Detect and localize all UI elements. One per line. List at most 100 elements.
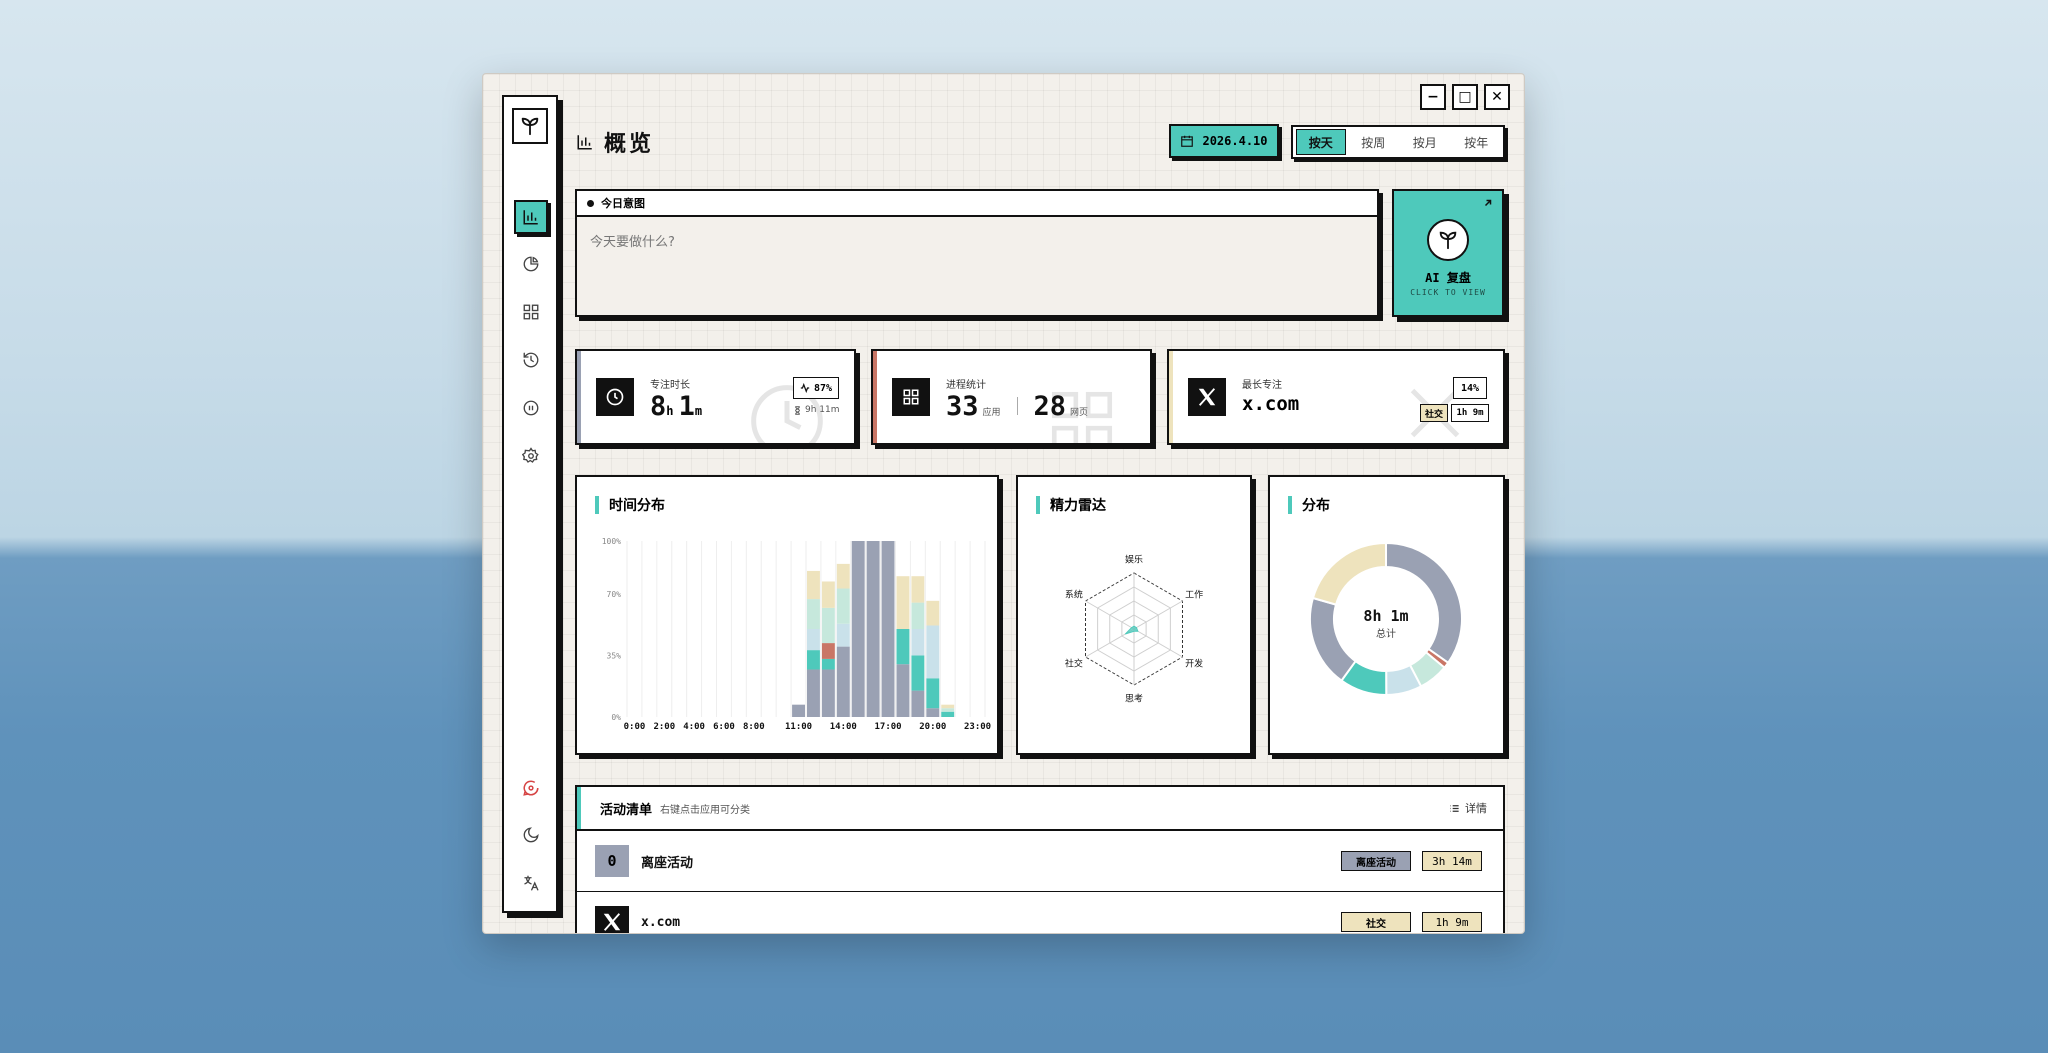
y-tick-label: 100% (602, 537, 621, 546)
focus-label: 专注时长 (650, 380, 690, 391)
activity-hint: 右键点击应用可分类 (660, 804, 751, 816)
focus-minutes: 1 (678, 391, 695, 422)
radar-axis-label: 娱乐 (1125, 554, 1143, 566)
distribution-donut-chart: 8h 1m 总计 (1309, 541, 1463, 697)
segment-month[interactable]: 按月 (1401, 129, 1449, 155)
activity-title: 活动清单 (600, 802, 653, 818)
x-logo-icon (595, 906, 629, 933)
intent-title: 今日意图 (601, 197, 645, 210)
activity-row[interactable]: x.com 社交 1h 9m (577, 892, 1503, 933)
focus-total: 9h 11m (793, 405, 840, 415)
minimize-button[interactable]: − (1420, 84, 1446, 110)
energy-radar-title-text: 精力雷达 (1050, 498, 1106, 514)
x-logo-icon (1188, 378, 1226, 416)
radar-axis-label: 系统 (1065, 588, 1083, 600)
bar-segment (896, 576, 910, 629)
radar-area (1124, 625, 1139, 635)
bar-segment (911, 576, 925, 603)
activity-list: 活动清单 右键点击应用可分类 详情 0 离座活动 离座活动 3h 14m x.c… (575, 785, 1505, 933)
bar-segment (821, 581, 835, 608)
pulse-icon (800, 383, 810, 393)
card-accent (1169, 351, 1173, 443)
bar-segment (926, 708, 940, 717)
sprout-icon (1427, 219, 1469, 261)
segment-week[interactable]: 按周 (1350, 129, 1398, 155)
nav-overview-chart-icon[interactable] (514, 200, 548, 234)
intent-card: 今日意图 (575, 189, 1379, 317)
focus-m-unit: m (694, 404, 703, 418)
longest-label: 最长专注 (1242, 380, 1282, 391)
idle-app-icon: 0 (595, 845, 629, 877)
bar-segment (926, 678, 940, 709)
y-tick-label: 0% (611, 713, 621, 722)
x-tick-label: 4:00 (683, 722, 705, 732)
title-accent (1036, 496, 1040, 514)
longest-percent-badge: 14% (1453, 377, 1487, 399)
bar-segment (941, 708, 955, 712)
bar-segment (911, 690, 925, 717)
x-tick-label: 8:00 (743, 722, 765, 732)
bar-segment (836, 623, 850, 647)
focus-hours: 8 (650, 391, 667, 422)
intent-header: 今日意图 (577, 191, 1377, 217)
time-distribution-card: 时间分布 0% 35% 70% 100% 0:00 2:00 4:00 6:00 8:00 11:… (575, 475, 999, 755)
longest-duration: 1h 9m (1451, 404, 1489, 422)
ai-review-subtitle: CLICK TO VIEW (1410, 288, 1486, 297)
bar-segment (896, 629, 910, 665)
activity-header: 活动清单 右键点击应用可分类 详情 (577, 787, 1503, 831)
nav-pie-chart-icon[interactable] (514, 247, 548, 281)
activity-detail-button[interactable]: 详情 (1449, 800, 1487, 816)
apps-grid-icon (892, 378, 930, 416)
x-tick-label: 23:00 (964, 722, 991, 732)
theme-moon-icon[interactable] (514, 818, 548, 852)
nav-history-icon[interactable] (514, 343, 548, 377)
sidebar (502, 95, 558, 913)
window-controls: − □ ✕ (1420, 84, 1510, 110)
close-button[interactable]: ✕ (1484, 84, 1510, 110)
focus-value: 8h 1m (650, 391, 702, 422)
bar-segment (836, 646, 850, 717)
feedback-chat-icon[interactable] (514, 771, 548, 805)
activity-row[interactable]: 0 离座活动 离座活动 3h 14m (577, 831, 1503, 892)
clock-icon (596, 378, 634, 416)
bar-segment (896, 664, 910, 717)
nav-pause-icon[interactable] (514, 391, 548, 425)
longest-tag: 社交 (1420, 404, 1448, 422)
process-stats-card: 进程统计 33 应用 28 网页 (871, 349, 1152, 445)
bar-segment (836, 588, 850, 624)
time-distribution-chart: 0% 35% 70% 100% 0:00 2:00 4:00 6:00 8:00 11:00 14:… (602, 537, 991, 732)
segment-day[interactable]: 按天 (1296, 129, 1346, 155)
donut-center-value: 8h 1m (1363, 607, 1408, 625)
intent-input[interactable] (577, 217, 1377, 313)
maximize-button[interactable]: □ (1452, 84, 1478, 110)
pages-count: 28 (1033, 391, 1067, 422)
nav-apps-grid-icon[interactable] (514, 295, 548, 329)
radar-axis-label: 社交 (1065, 658, 1083, 670)
focus-h-unit: h (666, 404, 674, 418)
activity-category-tag[interactable]: 离座活动 (1341, 851, 1411, 871)
date-picker-button[interactable]: 2026.4.10 (1169, 124, 1279, 158)
activity-category-tag[interactable]: 社交 (1341, 912, 1411, 932)
bar-segment (911, 629, 925, 656)
bullet-dot-icon (587, 199, 594, 207)
bar-segment (851, 541, 865, 717)
pages-unit: 网页 (1070, 408, 1089, 418)
bar-segment (941, 711, 955, 717)
x-tick-label: 11:00 (785, 722, 812, 732)
energy-radar-title: 精力雷达 (1036, 495, 1106, 515)
energy-radar-chart: 娱乐工作开发思考 社交 系统 (1065, 554, 1203, 705)
activity-name: x.com (641, 914, 681, 930)
donut-slice (1309, 596, 1357, 682)
bar-segment (926, 600, 940, 626)
ai-review-button[interactable]: AI 复盘 CLICK TO VIEW (1392, 189, 1504, 317)
bar-segment (821, 658, 835, 670)
activity-detail-label: 详情 (1465, 802, 1487, 815)
bar-segment (807, 570, 820, 600)
nav-settings-gear-icon[interactable] (514, 439, 548, 473)
language-translate-icon[interactable] (514, 866, 548, 900)
segment-year[interactable]: 按年 (1453, 129, 1501, 155)
bar-segment (821, 607, 835, 644)
focus-percent: 87% (813, 382, 833, 394)
activity-duration: 1h 9m (1422, 912, 1482, 932)
bar-segment (881, 541, 895, 717)
